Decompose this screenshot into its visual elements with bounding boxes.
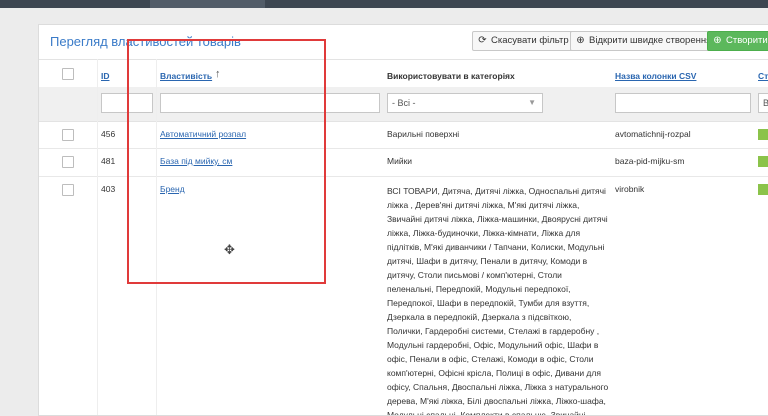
row-categories: ВСІ ТОВАРИ, Дитяча, Дитячі ліжка, Односп… — [387, 186, 609, 416]
create-button[interactable]: ⊕ Створити в — [707, 31, 768, 51]
filter-extra-value: В — [763, 98, 768, 108]
row-id: 456 — [101, 129, 116, 139]
move-cursor-icon: ✥ — [224, 242, 235, 257]
row-csv: virobnik — [615, 184, 645, 194]
row-id: 481 — [101, 156, 116, 166]
filter-extra-input[interactable]: В — [758, 93, 768, 113]
filter-category-select[interactable]: - Всі - ▼ — [387, 93, 543, 113]
column-divider — [97, 59, 98, 415]
open-quick-create-button[interactable]: ⊕ Відкрити швидке створення — [570, 31, 718, 51]
column-header-id[interactable]: ID — [101, 71, 110, 81]
status-badge[interactable] — [758, 156, 768, 167]
row-id: 403 — [101, 184, 116, 194]
top-nav-active-tab[interactable] — [150, 0, 265, 8]
filter-category-value: - Всі - — [392, 98, 416, 108]
status-badge[interactable] — [758, 184, 768, 195]
row-csv: baza-pid-mijku-sm — [615, 156, 685, 166]
select-all-checkbox[interactable] — [62, 68, 74, 80]
plus-icon: ⊕ — [713, 35, 722, 46]
row-checkbox[interactable] — [62, 129, 74, 141]
row-csv: avtomatichnij-rozpal — [615, 129, 691, 139]
refresh-icon: ⟳ — [478, 35, 487, 46]
create-label: Створити в — [726, 35, 768, 46]
top-nav-bar — [0, 0, 768, 8]
filter-csv-input[interactable] — [615, 93, 751, 113]
reset-filter-button[interactable]: ⟳ Скасувати фільтр — [472, 31, 575, 51]
column-header-csv[interactable]: Назва колонки CSV — [615, 71, 696, 81]
column-header-extra[interactable]: Ст — [758, 71, 768, 81]
plus-circle-icon: ⊕ — [576, 35, 585, 46]
open-quick-create-label: Відкрити швидке створення — [589, 35, 712, 46]
row-checkbox[interactable] — [62, 156, 74, 168]
row-checkbox[interactable] — [62, 184, 74, 196]
row-categories: Варильні поверхні — [387, 129, 460, 139]
column-header-categories: Використовувати в категоріях — [387, 71, 515, 81]
status-badge[interactable] — [758, 129, 768, 140]
reset-filter-label: Скасувати фільтр — [491, 35, 569, 46]
row-categories: Мийки — [387, 156, 413, 166]
chevron-down-icon: ▼ — [528, 98, 536, 107]
